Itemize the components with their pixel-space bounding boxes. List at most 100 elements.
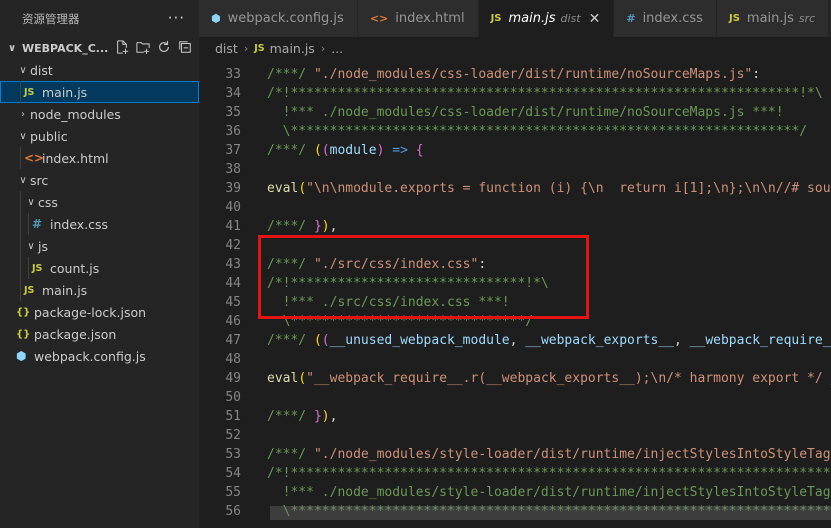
new-file-icon[interactable] (114, 39, 130, 55)
tab-label: index.css (642, 11, 703, 26)
code-line: 39 eval("\n\nmodule.exports = function (i… (199, 179, 831, 198)
code-line: 44 /*!******************************!*\ (199, 274, 831, 293)
indent-guide (28, 257, 29, 279)
code-editor[interactable]: 33 /***/ "./node_modules/css-loader/dist/… (199, 59, 831, 528)
tree-folder[interactable]: › node_modules (0, 103, 199, 125)
code-token: ) (321, 409, 330, 424)
chevron-right-icon: › (243, 41, 249, 55)
code-line: 55 !*** ./node_modules/style-loader/dist… (199, 483, 831, 502)
indent-guide (20, 147, 21, 169)
js-file-icon: JS (32, 262, 43, 274)
code-token: !*** ./node_modules/style-loader/dist/ru… (267, 485, 831, 500)
code-line: 35 !*** ./node_modules/css-loader/dist/r… (199, 103, 831, 122)
line-number: 53 (225, 447, 241, 462)
code-line: 38 (199, 160, 831, 179)
tree-item-label: js (38, 238, 48, 254)
code-token: /***/ (267, 333, 314, 348)
collapse-all-icon[interactable] (177, 39, 193, 55)
tree-folder[interactable]: ∨ css (0, 191, 199, 213)
tree-file[interactable]: # index.css (0, 213, 199, 235)
line-number: 40 (225, 200, 241, 215)
tree-folder[interactable]: ∨ dist (0, 59, 199, 81)
code-token: } (313, 219, 322, 234)
tree-file[interactable]: JS main.js (0, 279, 199, 301)
code-line: 50 (199, 388, 831, 407)
code-token: : (752, 67, 761, 82)
line-number: 34 (225, 86, 241, 101)
tree-item-label: count.js (50, 260, 100, 276)
code-text: /***/ ((module) => { (267, 143, 424, 158)
tree-file[interactable]: JS count.js (0, 257, 199, 279)
code-token: "./node_modules/style-loader/dist/runtim… (313, 447, 831, 462)
tree-file[interactable]: <> index.html (0, 147, 199, 169)
editor-tab[interactable]: <> index.html (357, 0, 479, 37)
code-text: eval("__webpack_require__.r(__webpack_ex… (267, 371, 831, 386)
tab-label: main.js (746, 11, 794, 26)
tree-item-label: index.css (50, 216, 109, 232)
horizontal-scrollbar[interactable] (270, 506, 831, 520)
code-line: 37 /***/ ((module) => { (199, 141, 831, 160)
editor-tab[interactable]: JS main.js src (716, 0, 830, 37)
line-number: 55 (225, 485, 241, 500)
code-token: : (478, 257, 487, 272)
code-token: ( (321, 143, 330, 158)
tree-folder[interactable]: ∨ public (0, 125, 199, 147)
code-token: "\n\nmodule.exports = function (i) {\n r… (306, 181, 831, 196)
editor-tab[interactable]: # index.css (614, 0, 717, 37)
tree-item-label: main.js (42, 84, 88, 100)
tree-folder[interactable]: ∨ src (0, 169, 199, 191)
tree-item-label: src (30, 172, 49, 188)
tree-file[interactable]: JS main.js (0, 81, 199, 103)
new-folder-icon[interactable] (135, 39, 151, 55)
code-line: 49 eval("__webpack_require__.r(__webpack_… (199, 369, 831, 388)
tree-file[interactable]: ⬢ webpack.config.js (0, 345, 199, 367)
tab-label: main.js (508, 11, 556, 26)
breadcrumb-file[interactable]: main.js (270, 41, 315, 56)
line-number: 47 (225, 333, 241, 348)
code-token: ( (313, 143, 322, 158)
line-number: 46 (225, 314, 241, 329)
breadcrumb: dist › JS main.js › ... (199, 37, 831, 59)
code-token: ( (298, 371, 307, 386)
code-line: 47 /***/ ((__unused_webpack_module, __web… (199, 331, 831, 350)
webpack-config-icon: ⬢ (16, 349, 27, 363)
tree-item-label: public (30, 128, 68, 144)
breadcrumb-more[interactable]: ... (331, 41, 343, 56)
line-number: 36 (225, 124, 241, 139)
code-token: } (313, 409, 322, 424)
code-text: \******************************/ (267, 314, 533, 329)
tree-item-label: webpack.config.js (34, 348, 146, 364)
indent-guide (20, 235, 21, 257)
tab-description: src (798, 12, 816, 25)
code-token: /***/ (267, 67, 314, 82)
chevron-down-icon: ∨ (27, 196, 35, 208)
code-text: /***/ ((__unused_webpack_module, __webpa… (267, 333, 831, 348)
code-text: !*** ./node_modules/style-loader/dist/ru… (267, 485, 831, 500)
indent-guide (20, 191, 21, 213)
editor-tab[interactable]: ⬢ webpack.config.js (199, 0, 358, 37)
indent-guide (20, 257, 21, 279)
code-line: 36 \************************************… (199, 122, 831, 141)
code-token: "__webpack_require__.r(__webpack_exports… (306, 371, 831, 386)
tree-file[interactable]: {} package-lock.json (0, 301, 199, 323)
code-token: /***/ (267, 409, 314, 424)
tree-file[interactable]: {} package.json (0, 323, 199, 345)
more-actions-icon[interactable]: ··· (168, 9, 185, 27)
editor-tab[interactable]: JS main.js dist ✕ (478, 0, 615, 37)
tree-folder[interactable]: ∨ js (0, 235, 199, 257)
code-token: \***************************************… (267, 124, 808, 139)
html-file-icon: <> (369, 12, 389, 25)
indent-guide (20, 81, 21, 103)
project-root[interactable]: ∨ WEBPACK_C... (0, 37, 199, 59)
line-number: 51 (225, 409, 241, 424)
refresh-icon[interactable] (156, 39, 172, 55)
js-file-icon: JS (24, 86, 35, 98)
line-number: 35 (225, 105, 241, 120)
code-text: /***/ "./node_modules/css-loader/dist/ru… (267, 67, 760, 82)
close-icon[interactable]: ✕ (589, 11, 601, 27)
project-name: WEBPACK_C... (22, 41, 109, 55)
breadcrumb-folder[interactable]: dist (215, 41, 238, 56)
tab-label: webpack.config.js (227, 11, 344, 26)
code-token: /***/ (267, 447, 314, 462)
code-token: /***/ (267, 257, 314, 272)
